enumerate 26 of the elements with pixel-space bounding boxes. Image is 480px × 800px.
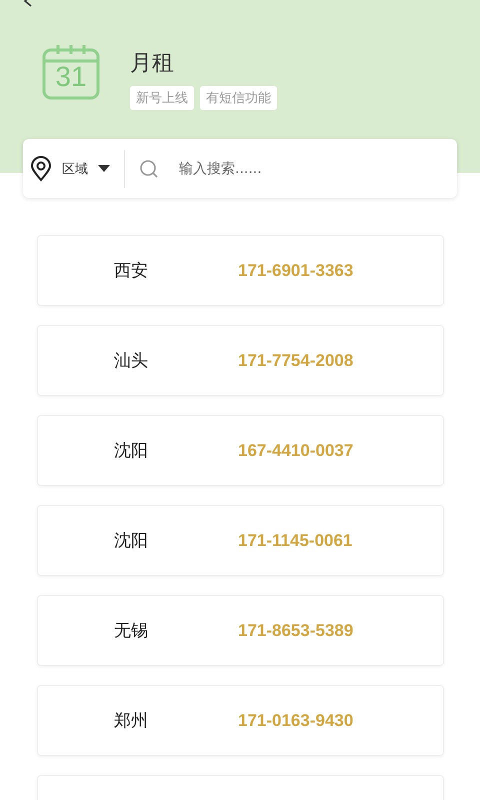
city-name: 无锡	[114, 620, 149, 642]
feature-tag: 新号上线	[130, 86, 194, 110]
city-name: 沈阳	[114, 530, 149, 552]
phone-number: 171-6901-3363	[238, 260, 354, 280]
search-field[interactable]: 输入搜索......	[177, 160, 457, 178]
page-title: 月租	[130, 50, 175, 78]
city-name: 汕头	[114, 350, 149, 372]
city-name: 西安	[114, 260, 149, 282]
phone-number: 171-7754-2008	[238, 350, 354, 370]
phone-number: 171-1145-0061	[238, 530, 352, 550]
number-card[interactable]: 汕头 171-7754-2008	[37, 325, 444, 396]
city-name: 郑州	[114, 710, 149, 732]
location-pin-icon	[30, 156, 52, 182]
number-card[interactable]: 无锡 171-8653-5389	[37, 595, 444, 666]
search-icon	[139, 158, 159, 178]
caret-icon	[98, 165, 110, 172]
feature-tag: 有短信功能	[200, 86, 277, 110]
phone-number: 167-4410-0037	[238, 440, 354, 460]
number-card[interactable]: 沈阳 171-1145-0061	[37, 505, 444, 576]
phone-number: 171-0163-9430	[238, 710, 354, 730]
phone-number: 171-8653-5389	[238, 620, 354, 640]
number-card[interactable]: 郑州 171-0163-9430	[37, 685, 444, 756]
number-card[interactable]: 沈阳 167-4410-0037	[37, 415, 444, 486]
city-name: 沈阳	[114, 440, 149, 462]
number-card[interactable]: 西安 171-6901-3363	[37, 235, 444, 306]
region-dropdown[interactable]: 区域	[23, 139, 124, 198]
